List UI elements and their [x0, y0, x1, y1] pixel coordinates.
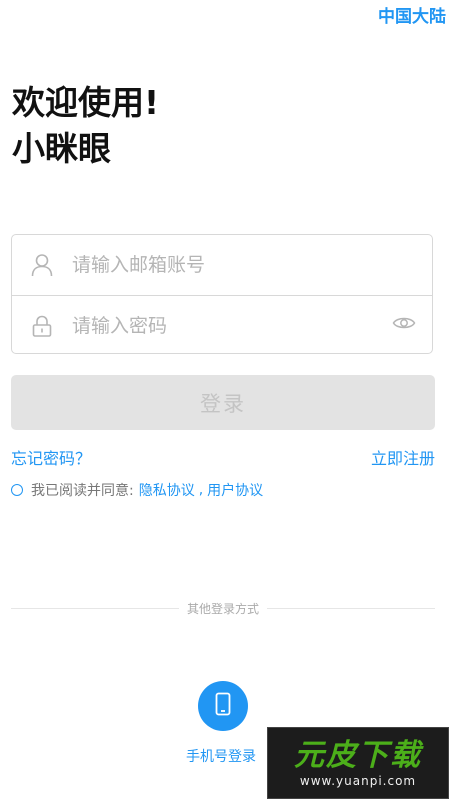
agreement-separator: ,: [198, 482, 204, 498]
password-row: [12, 295, 432, 356]
forgot-password-link[interactable]: 忘记密码？: [11, 445, 91, 469]
mobile-phone-icon: [215, 692, 231, 720]
welcome-heading: 欢迎使用! 小眯眼: [12, 80, 159, 172]
divider-line-left: [11, 607, 179, 609]
user-agreement-link[interactable]: 用户协议: [207, 480, 263, 500]
phone-login-label[interactable]: 手机号登录: [186, 746, 256, 766]
watermark-logo: 元皮下载 www.yuanpi.com: [267, 727, 449, 799]
privacy-policy-link[interactable]: 隐私协议: [139, 480, 195, 500]
agreement-radio[interactable]: [11, 484, 23, 496]
register-link[interactable]: 立即注册: [371, 445, 435, 469]
account-row: [12, 235, 432, 295]
password-input[interactable]: [72, 315, 362, 337]
login-button[interactable]: 登录: [11, 375, 435, 430]
eye-icon[interactable]: [392, 314, 416, 336]
agreement-row: 我已阅读并同意: 隐私协议 , 用户协议: [11, 480, 263, 500]
user-icon: [12, 253, 72, 277]
agreement-prefix: 我已阅读并同意:: [31, 483, 134, 499]
lock-icon: [12, 314, 72, 338]
account-input[interactable]: [72, 254, 362, 276]
welcome-line-1: 欢迎使用!: [12, 83, 160, 122]
watermark-url: www.yuanpi.com: [299, 774, 417, 788]
welcome-line-2: 小眯眼: [12, 129, 111, 168]
login-form: [11, 234, 433, 354]
divider-line-right: [267, 607, 436, 609]
phone-login-button[interactable]: [198, 681, 248, 731]
other-login-title: 其他登录方式: [187, 601, 260, 616]
watermark-name: 元皮下载: [294, 738, 422, 773]
other-login-divider: 其他登录方式: [11, 597, 436, 619]
region-selector[interactable]: 中国大陆: [378, 2, 446, 27]
